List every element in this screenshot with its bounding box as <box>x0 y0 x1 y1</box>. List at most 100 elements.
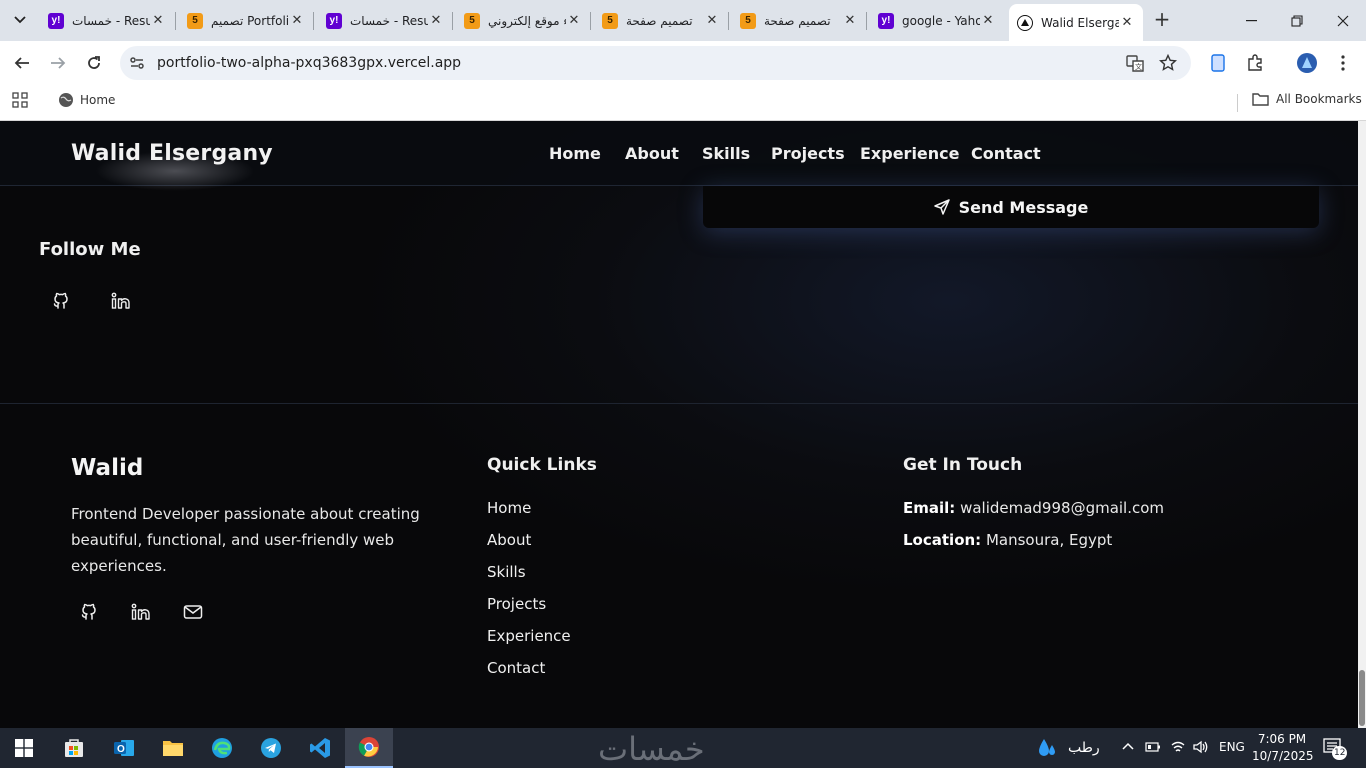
tab-separator <box>590 12 591 30</box>
battery-icon[interactable] <box>1145 741 1161 753</box>
profile-button[interactable] <box>1295 51 1319 75</box>
translate-icon[interactable]: 文 <box>1126 54 1144 72</box>
browser-tab[interactable]: y! خمسات - Results ✕ <box>318 5 452 36</box>
browser-toolbar: portfolio-two-alpha-pxq3683gpx.vercel.ap… <box>0 41 1366 85</box>
tab-search-button[interactable] <box>6 7 34 33</box>
nav-projects-link[interactable]: Projects <box>771 144 845 163</box>
close-tab-icon[interactable]: ✕ <box>842 13 858 28</box>
footer-link-projects[interactable]: Projects <box>487 595 546 613</box>
footer-link-skills[interactable]: Skills <box>487 563 526 581</box>
new-tab-button[interactable]: + <box>1151 8 1173 30</box>
browser-tab[interactable]: 5 تصميم Portfolio ✕ <box>179 5 313 36</box>
browser-tab[interactable]: 5 إنشاء موقع إلكتروني ✕ <box>456 5 590 36</box>
nav-experience-link[interactable]: Experience <box>860 144 960 163</box>
send-message-label: Send Message <box>958 197 1089 217</box>
restore-icon <box>1291 14 1303 27</box>
document-icon <box>1211 54 1225 72</box>
nav-skills-link[interactable]: Skills <box>702 144 750 163</box>
back-button[interactable] <box>10 51 34 75</box>
volume-icon[interactable] <box>1192 740 1210 754</box>
tab-separator <box>175 12 176 30</box>
vercel-favicon-icon <box>1017 14 1033 31</box>
notification-badge: 12 <box>1332 746 1348 760</box>
github-icon <box>81 603 96 620</box>
restore-button[interactable] <box>1274 0 1320 41</box>
bookmark-home[interactable]: Home <box>58 92 115 108</box>
avatar-icon <box>1297 53 1317 73</box>
taskbar-edge[interactable] <box>198 728 246 768</box>
all-bookmarks-button[interactable]: All Bookmarks <box>1252 92 1362 106</box>
close-icon <box>1337 15 1349 26</box>
close-tab-icon[interactable]: ✕ <box>428 13 444 28</box>
start-button[interactable] <box>0 728 48 768</box>
browser-tab[interactable]: y! google - Yahoo ✕ <box>870 5 1004 36</box>
clock-date: 10/7/2025 <box>1252 749 1314 763</box>
reload-icon <box>88 56 100 69</box>
star-icon[interactable] <box>1159 54 1177 72</box>
wifi-icon[interactable] <box>1170 740 1186 754</box>
notification-center[interactable]: 12 <box>1323 738 1348 760</box>
linkedin-link[interactable] <box>107 287 135 315</box>
apps-button[interactable] <box>12 92 28 108</box>
system-clock[interactable]: 7:06 PM 10/7/2025 <box>1252 731 1314 765</box>
taskbar-outlook[interactable]: O <box>100 728 148 768</box>
taskbar-chrome[interactable] <box>345 728 393 768</box>
menu-button[interactable] <box>1331 51 1355 75</box>
footer-github-link[interactable] <box>75 598 103 626</box>
footer-linkedin-link[interactable] <box>127 598 155 626</box>
taskbar-store[interactable] <box>50 728 98 768</box>
browser-tab[interactable]: y! خمسات - Results ✕ <box>40 5 174 36</box>
input-language[interactable]: ENG <box>1219 740 1245 754</box>
chevron-up-icon[interactable] <box>1122 742 1134 750</box>
nav-about-link[interactable]: About <box>625 144 679 163</box>
tab-separator <box>452 12 453 30</box>
extensions-button[interactable] <box>1243 51 1267 75</box>
reading-list-button[interactable] <box>1206 51 1230 75</box>
footer-link-experience[interactable]: Experience <box>487 627 571 645</box>
footer-link-home[interactable]: Home <box>487 499 531 517</box>
footer-divider <box>0 403 1358 404</box>
tab-title: تصميم Portfolio <box>211 13 289 28</box>
location-value: Mansoura, Egypt <box>985 531 1113 549</box>
site-info-icon[interactable] <box>128 54 146 72</box>
close-tab-icon[interactable]: ✕ <box>566 13 582 28</box>
taskbar-telegram[interactable] <box>247 728 295 768</box>
browser-tab[interactable]: 5 تصميم صفحة ✕ <box>732 5 866 36</box>
weather-widget[interactable] <box>1036 737 1058 763</box>
minimize-icon <box>1245 19 1257 21</box>
bookmarks-divider <box>1237 94 1238 112</box>
close-tab-icon[interactable]: ✕ <box>980 13 996 28</box>
address-bar[interactable]: portfolio-two-alpha-pxq3683gpx.vercel.ap… <box>120 46 1191 80</box>
page-scrollbar[interactable] <box>1358 121 1366 728</box>
tab-title: تصميم صفحة <box>764 13 831 28</box>
forward-button[interactable] <box>46 51 70 75</box>
get-in-touch-heading: Get In Touch <box>903 455 1023 475</box>
nav-home-link[interactable]: Home <box>549 144 601 163</box>
browser-tab-strip: y! خمسات - Results ✕ 5 تصميم Portfolio ✕… <box>0 0 1366 41</box>
github-icon <box>53 292 68 309</box>
bookmark-home-label: Home <box>80 93 116 107</box>
close-tab-icon[interactable]: ✕ <box>1119 15 1135 30</box>
footer-link-about[interactable]: About <box>487 531 531 549</box>
close-tab-icon[interactable]: ✕ <box>150 13 166 28</box>
scrollbar-thumb[interactable] <box>1359 670 1365 726</box>
taskbar-file-explorer[interactable] <box>149 728 197 768</box>
tab-title: إنشاء موقع إلكتروني <box>488 13 566 28</box>
close-tab-icon[interactable]: ✕ <box>289 13 305 28</box>
arrow-left-icon <box>14 57 29 69</box>
reload-button[interactable] <box>82 51 106 75</box>
site-logo[interactable]: Walid Elsergany <box>71 141 273 166</box>
url-text: portfolio-two-alpha-pxq3683gpx.vercel.ap… <box>157 55 462 71</box>
browser-tab[interactable]: 5 تصميم صفحة ✕ <box>594 5 728 36</box>
footer-email-link[interactable] <box>179 598 207 626</box>
github-link[interactable] <box>47 287 75 315</box>
taskbar-vscode[interactable] <box>296 728 344 768</box>
browser-tab-active[interactable]: Walid Elsergany ✕ <box>1009 4 1143 41</box>
close-window-button[interactable] <box>1320 0 1366 41</box>
close-tab-icon[interactable]: ✕ <box>704 13 720 28</box>
send-message-button[interactable]: Send Message <box>703 186 1319 228</box>
minimize-button[interactable] <box>1228 0 1274 41</box>
footer-link-contact[interactable]: Contact <box>487 659 545 677</box>
email-value[interactable]: walidemad998@gmail.com <box>960 499 1164 517</box>
nav-contact-link[interactable]: Contact <box>971 144 1041 163</box>
